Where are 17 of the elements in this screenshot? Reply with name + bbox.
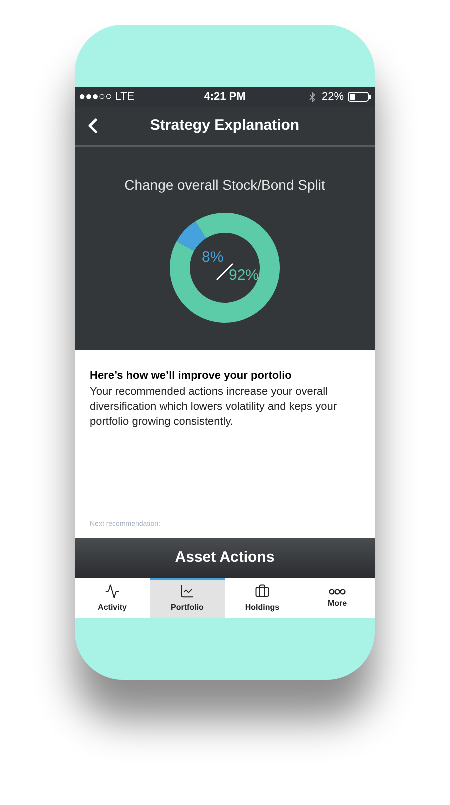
asset-actions-button[interactable]: Asset Actions (75, 538, 375, 578)
carrier-signal: ●●●○○ LTE (79, 90, 136, 105)
bluetooth-icon (306, 92, 318, 102)
bond-percent: 8% (202, 250, 224, 265)
split-title: Change overall Stock/Bond Split (124, 176, 326, 195)
briefcase-icon (255, 584, 270, 599)
stock-percent: 92% (229, 268, 260, 283)
battery-icon (348, 92, 371, 102)
explanation-body: Your recommended actions increase your overall diversification which lowers volatility and keps your portfolio growing consistently. (90, 384, 338, 430)
more-icon (329, 588, 346, 594)
pulse-icon (105, 584, 120, 599)
line-chart-icon (180, 584, 195, 599)
tab[interactable]: Portfolio (150, 578, 225, 618)
clock-time: 4:21 PM (204, 90, 246, 105)
battery-percent: 22% (322, 90, 344, 105)
explanation-heading: Here’s how we’ll improve your portolio (90, 369, 293, 384)
screen-title: Strategy Explanation (150, 116, 300, 136)
